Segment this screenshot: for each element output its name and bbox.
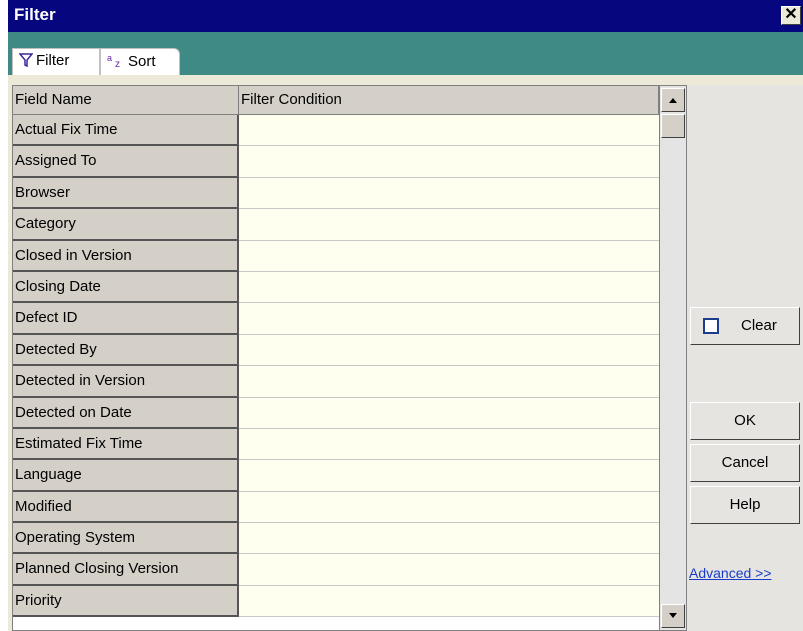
sort-az-icon: a z [107, 53, 120, 70]
table-row[interactable]: Defect ID [13, 303, 659, 335]
filter-condition-cell[interactable] [239, 585, 659, 618]
field-name-cell: Language [13, 460, 239, 492]
advanced-link[interactable]: Advanced >> [689, 565, 772, 581]
arrow-down-icon [669, 613, 677, 618]
filter-condition-cell[interactable] [239, 209, 659, 241]
filter-condition-cell[interactable] [239, 397, 659, 429]
field-name-cell: Estimated Fix Time [13, 428, 239, 461]
filter-condition-cell[interactable] [239, 240, 659, 272]
ok-button[interactable]: OK [690, 402, 800, 440]
funnel-icon [18, 53, 34, 68]
filter-condition-cell[interactable] [239, 428, 659, 461]
cancel-button[interactable]: Cancel [690, 444, 800, 482]
field-name-cell: Actual Fix Time [13, 115, 239, 147]
filter-condition-cell[interactable] [239, 115, 659, 147]
tab-strip: Filter a z Sort [8, 32, 803, 75]
title-bar: Filter ✕ [8, 0, 803, 32]
table-row[interactable]: Browser [13, 177, 659, 210]
filter-condition-cell[interactable] [239, 334, 659, 367]
table-row[interactable]: Detected By [13, 334, 659, 367]
filter-dialog: Filter ✕ Filter a z Sort Field Name Filt… [8, 0, 803, 631]
field-name-cell: Detected on Date [13, 397, 239, 429]
field-name-cell: Planned Closing Version [13, 554, 239, 586]
tab-sort[interactable]: a z Sort [100, 48, 180, 75]
close-button[interactable]: ✕ [781, 6, 801, 25]
scroll-down-button[interactable] [661, 604, 685, 628]
field-name-cell: Operating System [13, 523, 239, 555]
table-row[interactable]: Actual Fix Time [13, 115, 659, 147]
table-row[interactable]: Priority [13, 585, 659, 618]
svg-text:z: z [115, 59, 120, 68]
tab-filter[interactable]: Filter [12, 48, 100, 75]
scroll-up-button[interactable] [661, 88, 685, 112]
filter-condition-cell[interactable] [239, 523, 659, 555]
field-name-cell: Priority [13, 585, 239, 618]
scroll-thumb[interactable] [661, 114, 685, 138]
help-button[interactable]: Help [690, 486, 800, 524]
field-name-cell: Defect ID [13, 303, 239, 335]
table-row[interactable]: Assigned To [13, 146, 659, 178]
field-name-cell: Modified [13, 491, 239, 524]
field-name-cell: Detected By [13, 334, 239, 367]
table-row[interactable]: Closing Date [13, 271, 659, 304]
filter-condition-cell[interactable] [239, 491, 659, 524]
table-row[interactable]: Detected on Date [13, 397, 659, 429]
filter-condition-cell[interactable] [239, 146, 659, 178]
arrow-up-icon [669, 98, 677, 103]
vertical-scrollbar[interactable] [659, 86, 686, 630]
filter-condition-cell[interactable] [239, 460, 659, 492]
clear-button[interactable]: Clear [690, 307, 800, 345]
tab-sort-label: Sort [128, 53, 156, 70]
table-row[interactable]: Detected in Version [13, 366, 659, 398]
filter-grid: Field Name Filter Condition Actual Fix T… [12, 85, 687, 631]
filter-condition-cell[interactable] [239, 554, 659, 586]
filter-condition-cell[interactable] [239, 366, 659, 398]
column-header-field-name[interactable]: Field Name [13, 86, 239, 115]
grid-rows: Actual Fix Time Assigned To Browser Categor… [13, 115, 659, 618]
filter-condition-cell[interactable] [239, 303, 659, 335]
svg-text:a: a [107, 53, 112, 63]
clear-filter-icon [703, 318, 719, 334]
filter-condition-cell[interactable] [239, 177, 659, 210]
table-row[interactable]: Operating System [13, 523, 659, 555]
table-row[interactable]: Language [13, 460, 659, 492]
field-name-cell: Browser [13, 177, 239, 210]
tab-filter-label: Filter [36, 52, 70, 69]
field-name-cell: Category [13, 209, 239, 241]
field-name-cell: Closing Date [13, 271, 239, 304]
filter-condition-cell[interactable] [239, 271, 659, 304]
field-name-cell: Detected in Version [13, 366, 239, 398]
field-name-cell: Assigned To [13, 146, 239, 178]
table-row[interactable]: Closed in Version [13, 240, 659, 272]
table-row[interactable]: Category [13, 209, 659, 241]
field-name-cell: Closed in Version [13, 240, 239, 272]
table-row[interactable]: Modified [13, 491, 659, 524]
table-row[interactable]: Planned Closing Version [13, 554, 659, 586]
button-panel: Clear OK Cancel Help Advanced >> [687, 85, 803, 631]
column-header-filter-condition[interactable]: Filter Condition [239, 86, 659, 115]
table-row[interactable]: Estimated Fix Time [13, 428, 659, 461]
window-title: Filter [14, 5, 56, 24]
clear-button-label: Clear [741, 317, 777, 334]
